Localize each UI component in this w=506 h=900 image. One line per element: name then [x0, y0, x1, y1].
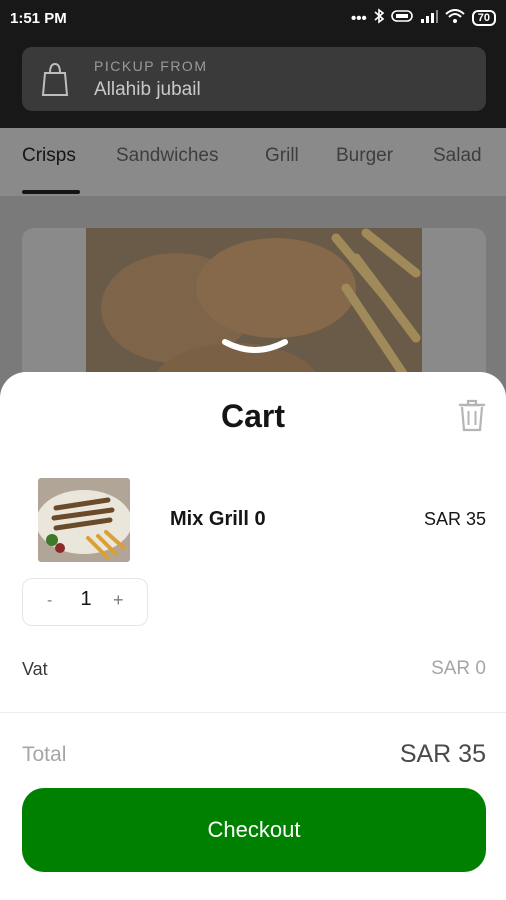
category-tabs: Crisps Sandwiches Grill Burger Salad — [0, 128, 506, 196]
quantity-value: 1 — [80, 588, 92, 610]
trash-icon[interactable] — [456, 398, 488, 432]
pickup-selector[interactable]: PICKUP FROM Allahib jubail — [22, 47, 486, 111]
vat-value: SAR 0 — [431, 658, 486, 679]
wifi-icon — [445, 9, 465, 27]
tab-grill[interactable]: Grill — [265, 145, 299, 167]
active-tab-indicator — [22, 190, 80, 194]
item-price: SAR 35 — [423, 509, 486, 529]
chevron-down-icon[interactable] — [222, 338, 288, 358]
status-bar: 1:51 PM ••• 70 — [0, 0, 506, 36]
quantity-stepper: - 1 + — [22, 578, 148, 626]
header: PICKUP FROM Allahib jubail — [0, 36, 506, 128]
cart-sheet: Cart Mix Grill 0 SAR 35 - 1 + Vat SAR 0 … — [0, 372, 506, 900]
decrement-button[interactable]: - — [47, 592, 52, 610]
increment-button[interactable]: + — [113, 590, 124, 611]
bluetooth-icon — [374, 8, 385, 28]
status-icons: ••• 70 — [351, 8, 496, 28]
battery-icon: 70 — [471, 10, 496, 26]
total-value: SAR 35 — [399, 740, 486, 768]
pickup-label: PICKUP FROM — [94, 58, 208, 74]
vat-label: Vat — [22, 659, 48, 679]
pickup-location: Allahib jubail — [94, 79, 201, 100]
tab-sandwiches[interactable]: Sandwiches — [116, 145, 218, 167]
checkout-button[interactable]: Checkout — [22, 788, 486, 872]
shopping-bag-icon — [41, 62, 69, 96]
total-label: Total — [22, 743, 67, 766]
tab-burger[interactable]: Burger — [336, 145, 393, 167]
item-name: Mix Grill 0 — [170, 508, 266, 530]
status-time: 1:51 PM — [10, 9, 67, 27]
signal-icon — [420, 9, 438, 27]
cart-title: Cart — [220, 398, 285, 434]
notification-dots-icon: ••• — [350, 9, 367, 27]
vpn-key-icon — [390, 9, 413, 27]
tab-salad[interactable]: Salad — [433, 145, 482, 167]
item-image — [38, 478, 130, 562]
divider — [0, 712, 506, 713]
tab-crisps[interactable]: Crisps — [22, 145, 76, 167]
